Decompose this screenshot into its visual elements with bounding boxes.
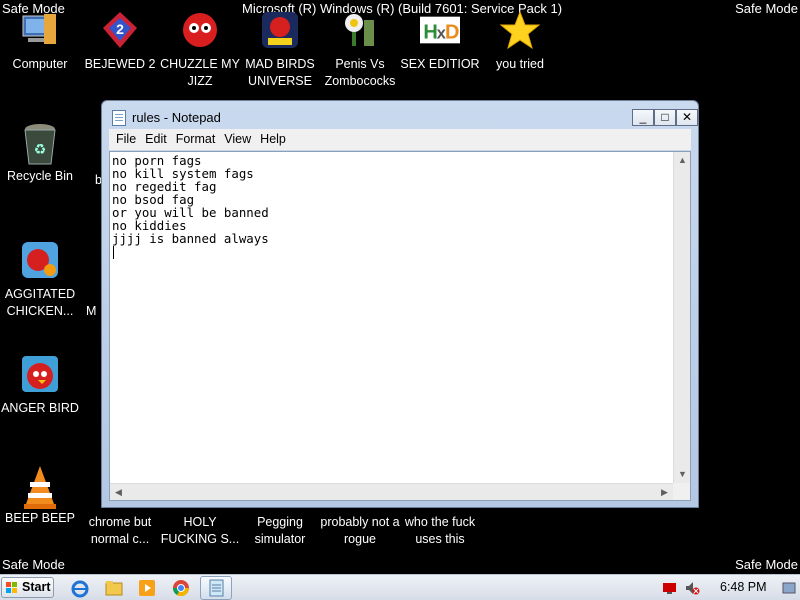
svg-text:D: D — [445, 21, 459, 43]
folder-icon[interactable] — [104, 578, 124, 598]
scroll-right-icon[interactable]: ▶ — [656, 484, 673, 501]
media-player-icon[interactable] — [137, 578, 157, 598]
desktop-icon-beep-beep[interactable]: BEEP BEEP — [0, 464, 80, 527]
desktop-icon-who-uses-this[interactable]: who the fuck uses this — [400, 514, 480, 548]
chuzzle-icon — [180, 10, 220, 50]
menu-help[interactable]: Help — [253, 129, 286, 146]
desktop-icon-partial-b[interactable]: b — [60, 172, 102, 189]
show-desktop-button[interactable] — [781, 580, 797, 596]
minimize-button[interactable]: _ — [632, 109, 654, 126]
hxd-editor-icon: HxD — [420, 10, 460, 50]
computer-icon — [20, 10, 60, 50]
maximize-button[interactable]: □ — [654, 109, 676, 126]
windows-flag-icon — [6, 582, 18, 594]
desktop-icon-aggitated-chicken[interactable]: AGGITATED CHICKEN... — [0, 240, 80, 320]
notepad-icon — [112, 110, 126, 126]
angry-bird-icon — [20, 354, 60, 394]
desktop-icon-penis-vs[interactable]: Penis Vs Zombococks — [320, 10, 400, 90]
angry-birds-space-icon — [260, 10, 300, 50]
notepad-titlebar[interactable]: rules - Notepad _ □ ✕ — [102, 101, 698, 129]
svg-text:♻: ♻ — [34, 142, 47, 158]
start-label: Start — [22, 580, 51, 594]
angry-birds-rio-icon — [20, 240, 60, 280]
volume-muted-icon[interactable] — [684, 580, 700, 596]
plants-vs-zombies-icon — [340, 10, 380, 50]
menu-view[interactable]: View — [217, 129, 251, 146]
recycle-bin-icon: ♻ — [20, 122, 60, 165]
menu-bar: File Edit Format View Help — [109, 129, 691, 150]
vlc-cone-icon — [20, 464, 60, 509]
desktop-icon-chuzzle[interactable]: CHUZZLE MY JIZZ — [160, 10, 240, 90]
safe-mode-label-top-right: Safe Mode — [735, 1, 798, 16]
desktop-icon-bejewed[interactable]: 2 BEJEWED 2 — [80, 10, 160, 73]
desktop-icon-computer[interactable]: Computer — [0, 10, 80, 73]
desktop-icon-sex-editior[interactable]: HxD SEX EDITIOR — [400, 10, 480, 73]
scroll-up-icon[interactable]: ▲ — [674, 152, 691, 169]
svg-text:2: 2 — [116, 21, 124, 37]
resize-grip-icon[interactable] — [673, 483, 690, 500]
scroll-left-icon[interactable]: ◀ — [110, 484, 127, 501]
internet-explorer-icon[interactable] — [70, 578, 90, 598]
notepad-icon — [208, 578, 228, 598]
star-icon — [499, 10, 541, 50]
safe-mode-label-bottom-right: Safe Mode — [735, 557, 798, 572]
vertical-scrollbar[interactable]: ▲ ▼ — [673, 152, 690, 483]
chrome-icon[interactable] — [171, 578, 191, 598]
scroll-down-icon[interactable]: ▼ — [674, 466, 691, 483]
text-editor[interactable]: no porn fags no kill system fags no rege… — [109, 151, 691, 501]
desktop-icon-mad-birds[interactable]: MAD BIRDS UNIVERSE — [240, 10, 320, 90]
document-text[interactable]: no porn fags no kill system fags no rege… — [112, 154, 269, 245]
clock[interactable]: 6:48 PM — [720, 580, 767, 594]
notepad-window[interactable]: rules - Notepad _ □ ✕ File Edit Format View… — [101, 100, 699, 508]
desktop-icon-anger-bird[interactable]: ANGER BIRD — [0, 354, 80, 417]
menu-edit[interactable]: Edit — [138, 129, 167, 146]
menu-format[interactable]: Format — [169, 129, 216, 146]
desktop-icon-holy[interactable]: HOLY FUCKING S... — [160, 514, 240, 548]
text-caret — [113, 246, 114, 259]
desktop-icon-chrome[interactable]: chrome but normal c... — [80, 514, 160, 548]
desktop-icon-you-tried[interactable]: you tried — [480, 10, 560, 73]
bejeweled-icon: 2 — [100, 10, 140, 50]
window-title: rules - Notepad — [132, 110, 221, 125]
monitor-icon[interactable] — [662, 580, 678, 596]
desktop-icon-pegging-simulator[interactable]: Pegging simulator — [240, 514, 320, 548]
taskbar: Start 6:48 PM — [0, 574, 800, 600]
start-button[interactable]: Start — [1, 577, 54, 598]
desktop-icon-probably-not-a-rogue[interactable]: probably not a rogue — [320, 514, 400, 548]
horizontal-scrollbar[interactable]: ◀ ▶ — [110, 483, 673, 500]
close-button[interactable]: ✕ — [676, 109, 698, 126]
safe-mode-label-bottom-left: Safe Mode — [2, 557, 65, 572]
svg-text:H: H — [423, 21, 437, 43]
taskbar-notepad-button[interactable] — [200, 576, 232, 600]
menu-file[interactable]: File — [109, 129, 136, 146]
